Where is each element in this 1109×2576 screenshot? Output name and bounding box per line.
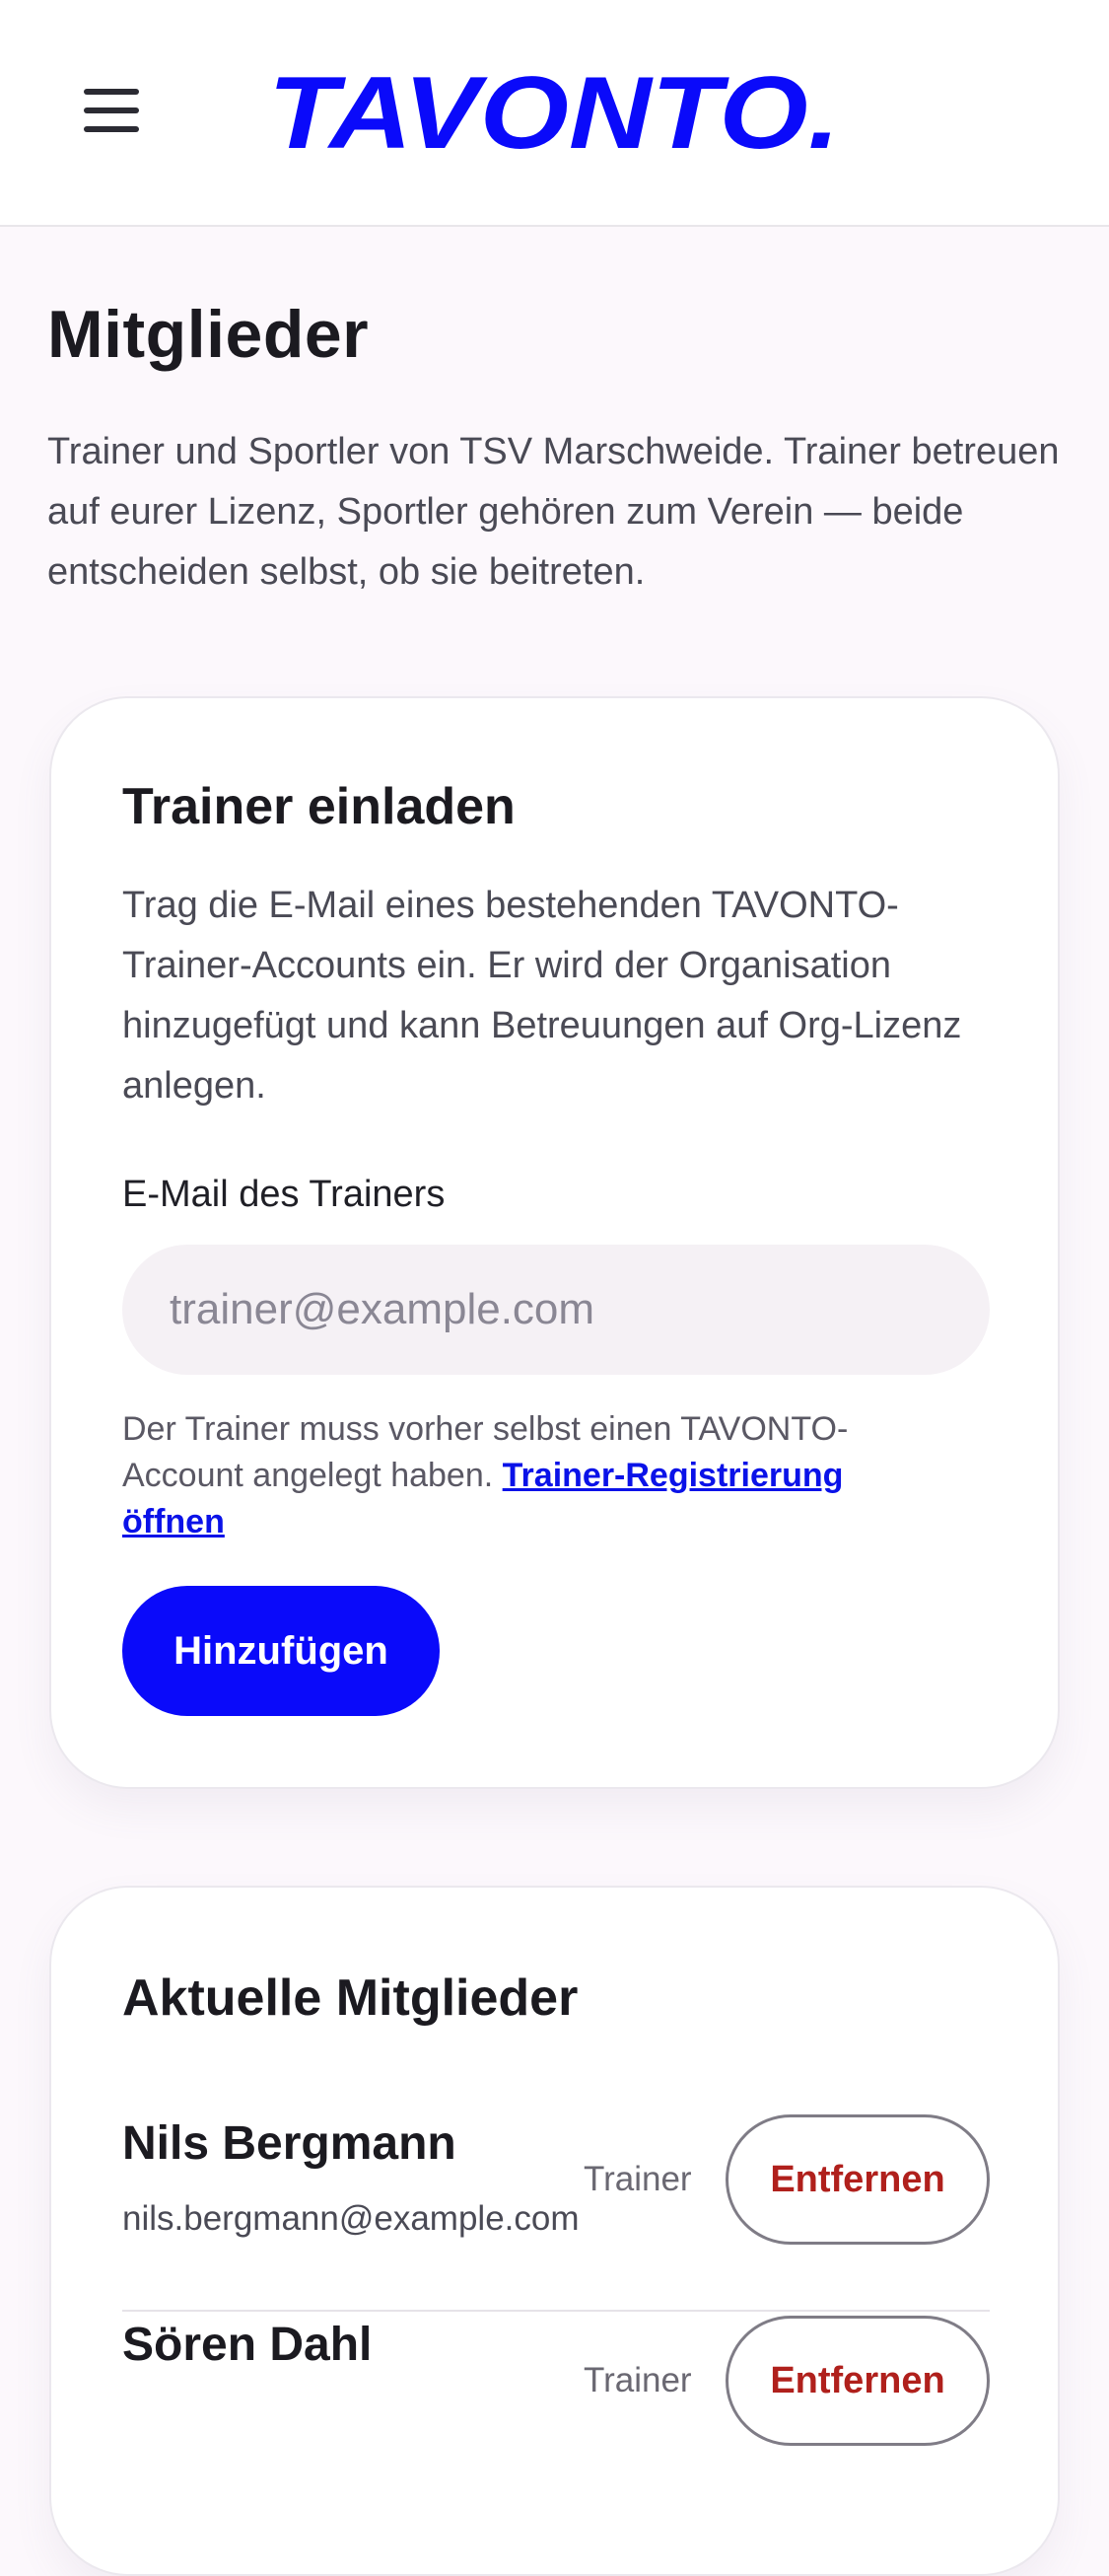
invite-trainer-card: Trainer einladen Trag die E-Mail eines b… (49, 696, 1060, 1789)
member-role: Trainer (584, 2160, 692, 2198)
page-description: Trainer und Sportler von TSV Marschweide… (47, 431, 1060, 593)
current-members-card: Aktuelle Mitglieder Nils Bergmann nils.b… (49, 1886, 1060, 2576)
member-name: Nils Bergmann (122, 2117, 456, 2170)
remove-member-button[interactable]: Entfernen (726, 2114, 990, 2245)
member-role: Trainer (584, 2361, 692, 2399)
logo-text: TAVONTO. (268, 61, 840, 160)
member-row: Sören Dahl Trainer Entfernen (122, 2316, 990, 2513)
email-field-label: E-Mail des Trainers (122, 1174, 446, 1215)
hamburger-menu-icon[interactable] (79, 81, 144, 140)
invite-card-title: Trainer einladen (122, 778, 516, 835)
tavonto-logo[interactable]: TAVONTO. (264, 61, 846, 160)
member-email: nils.bergmann@example.com (122, 2199, 580, 2238)
member-name: Sören Dahl (122, 2319, 373, 2371)
members-card-title: Aktuelle Mitglieder (122, 1969, 579, 2027)
remove-member-button[interactable]: Entfernen (726, 2316, 990, 2446)
trainer-email-input[interactable] (122, 1245, 990, 1375)
invite-card-text: Trag die E-Mail eines bestehenden TAVONT… (122, 885, 962, 1107)
page-title: Mitglieder (47, 297, 370, 372)
member-row: Nils Bergmann nils.bergmann@example.com … (122, 2114, 990, 2312)
add-trainer-button[interactable]: Hinzufügen (122, 1586, 440, 1716)
registration-hint: Der Trainer muss vorher selbst einen TAV… (122, 1406, 940, 1545)
app-header: TAVONTO. (0, 0, 1109, 227)
